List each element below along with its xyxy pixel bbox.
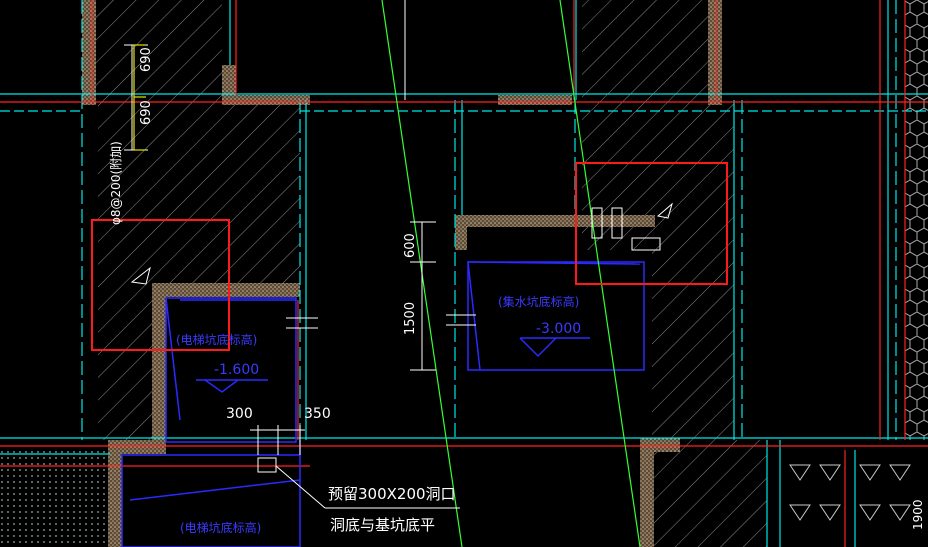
- cad-drawing-canvas: 690 690 φ8@200(附加) 600 1500 300 350 (电梯坑…: [0, 0, 928, 547]
- dim-1900: 1900: [911, 499, 925, 530]
- dim-350: 350: [304, 406, 331, 422]
- note-opening-level: 洞底与基坑底平: [330, 516, 435, 534]
- triangle-symbols: [789, 464, 911, 521]
- dim-690-bottom: 690: [139, 100, 154, 125]
- dim-690-top: 690: [139, 47, 154, 72]
- pit-value-left: -1.600: [214, 362, 259, 378]
- pit-label-right: (集水坑底标高): [498, 294, 579, 309]
- pit-label-bottom: (电梯坑底标高): [180, 520, 261, 535]
- note-opening: 预留300X200洞口: [328, 485, 456, 503]
- dim-600: 600: [403, 233, 418, 258]
- rebar-note: φ8@200(附加): [109, 141, 123, 225]
- pit-label-left: (电梯坑底标高): [176, 332, 257, 347]
- pit-value-right: -3.000: [536, 321, 581, 337]
- dim-1500: 1500: [403, 302, 418, 335]
- dim-300: 300: [226, 406, 253, 422]
